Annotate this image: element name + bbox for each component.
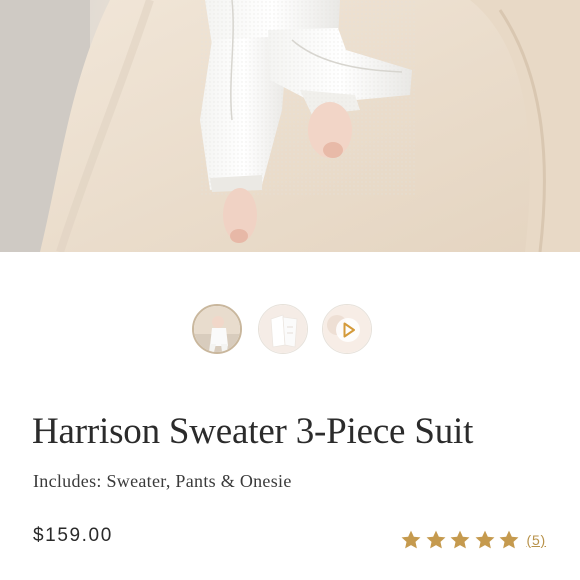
- star-icon: [475, 530, 494, 549]
- product-includes: Includes: Sweater, Pants & Onesie: [33, 471, 292, 491]
- thumbnail-photo-2[interactable]: [258, 304, 308, 354]
- star-icon: [499, 530, 519, 549]
- gallery-thumbnails: [0, 304, 580, 356]
- star-icon: [450, 530, 470, 549]
- product-price: $159.00: [33, 525, 113, 546]
- star-icon: [401, 530, 421, 549]
- baby-legs-photo: [0, 0, 580, 252]
- thumbnail-photo-1[interactable]: [192, 304, 242, 354]
- thumbnail-video[interactable]: [322, 304, 372, 354]
- product-main-image[interactable]: [0, 0, 580, 252]
- product-rating[interactable]: (5): [400, 527, 546, 553]
- product-title: Harrison Sweater 3-Piece Suit: [32, 411, 474, 452]
- review-count-link[interactable]: (5): [527, 532, 547, 548]
- star-icon: [426, 530, 445, 549]
